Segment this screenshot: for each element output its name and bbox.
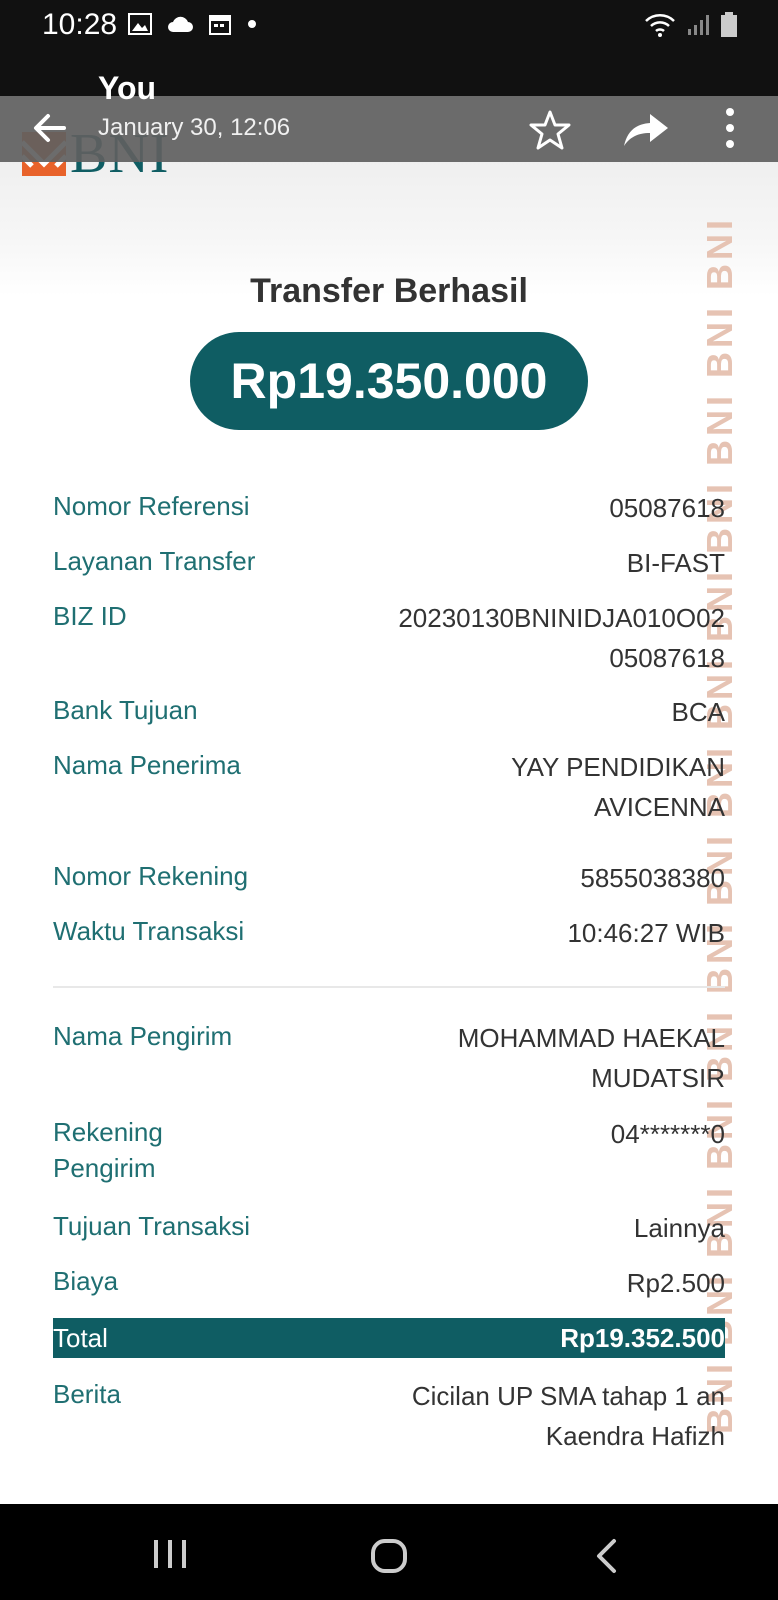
detail-label-line2: Pengirim [53, 1153, 156, 1183]
detail-value-line1: YAY PENDIDIKAN [511, 752, 725, 782]
detail-label-line1: Rekening [53, 1117, 163, 1147]
battery-icon [721, 12, 737, 37]
recent-apps-icon[interactable] [150, 1538, 190, 1570]
detail-value: Rp2.500 [626, 1268, 725, 1298]
detail-value: 04*******0 [610, 1119, 725, 1149]
navigation-bar [0, 1504, 778, 1600]
notification-dot-icon [248, 20, 256, 28]
divider [53, 986, 725, 988]
wifi-icon [645, 14, 675, 37]
detail-value-line2: MUDATSIR [591, 1063, 725, 1093]
total-value: Rp19.352.500 [560, 1323, 725, 1353]
total-row: Total Rp19.352.500 [53, 1318, 725, 1358]
share-icon[interactable] [622, 108, 670, 152]
detail-label: Tujuan Transaksi [53, 1211, 251, 1241]
status-icons-left [128, 12, 258, 36]
detail-value-line1: Cicilan UP SMA tahap 1 an [411, 1381, 725, 1411]
total-label: Total [53, 1323, 108, 1353]
detail-value-line1: MOHAMMAD HAEKAL [457, 1023, 725, 1053]
detail-label: Waktu Transaksi [53, 916, 245, 946]
sender-name: You [98, 70, 157, 106]
status-icons-right [644, 12, 738, 38]
star-icon[interactable] [528, 108, 572, 152]
detail-value: 10:46:27 WIB [567, 918, 725, 948]
detail-label: Nomor Rekening [53, 861, 249, 891]
detail-label: Bank Tujuan [53, 695, 198, 725]
message-date: January 30, 12:06 [98, 114, 291, 141]
detail-label: BIZ ID [53, 601, 127, 631]
calendar-icon [209, 15, 231, 35]
receipt-title: Transfer Berhasil [250, 272, 528, 310]
detail-value: 5855038380 [580, 863, 725, 893]
more-options-icon[interactable] [718, 106, 742, 152]
app-bar: You January 30, 12:06 [0, 70, 778, 162]
detail-label: Nama Pengirim [53, 1021, 233, 1051]
status-time: 10:28 [42, 8, 118, 41]
signal-icon [688, 15, 709, 35]
detail-value-line2: AVICENNA [594, 792, 725, 822]
detail-label: Layanan Transfer [53, 546, 256, 576]
detail-label: Berita [53, 1379, 121, 1409]
detail-value: 05087618 [609, 493, 725, 523]
transfer-amount: Rp19.350.000 [190, 332, 588, 430]
detail-label: Nomor Referensi [53, 491, 250, 521]
image-icon [128, 13, 152, 35]
detail-value-line2: Kaendra Hafizh [545, 1421, 725, 1451]
detail-value: BCA [671, 697, 725, 727]
detail-label: Nama Penerima [53, 750, 241, 780]
detail-value: BI-FAST [626, 548, 725, 578]
detail-value-line2: 05087618 [609, 643, 725, 673]
back-arrow-icon[interactable] [28, 106, 72, 150]
home-icon[interactable] [370, 1538, 408, 1574]
detail-value: Lainnya [633, 1213, 725, 1243]
cloud-icon [168, 16, 193, 32]
detail-label: Biaya [53, 1266, 119, 1296]
detail-value-line1: 20230130BNINIDJA010O02 [398, 603, 725, 633]
back-icon[interactable] [592, 1538, 622, 1574]
